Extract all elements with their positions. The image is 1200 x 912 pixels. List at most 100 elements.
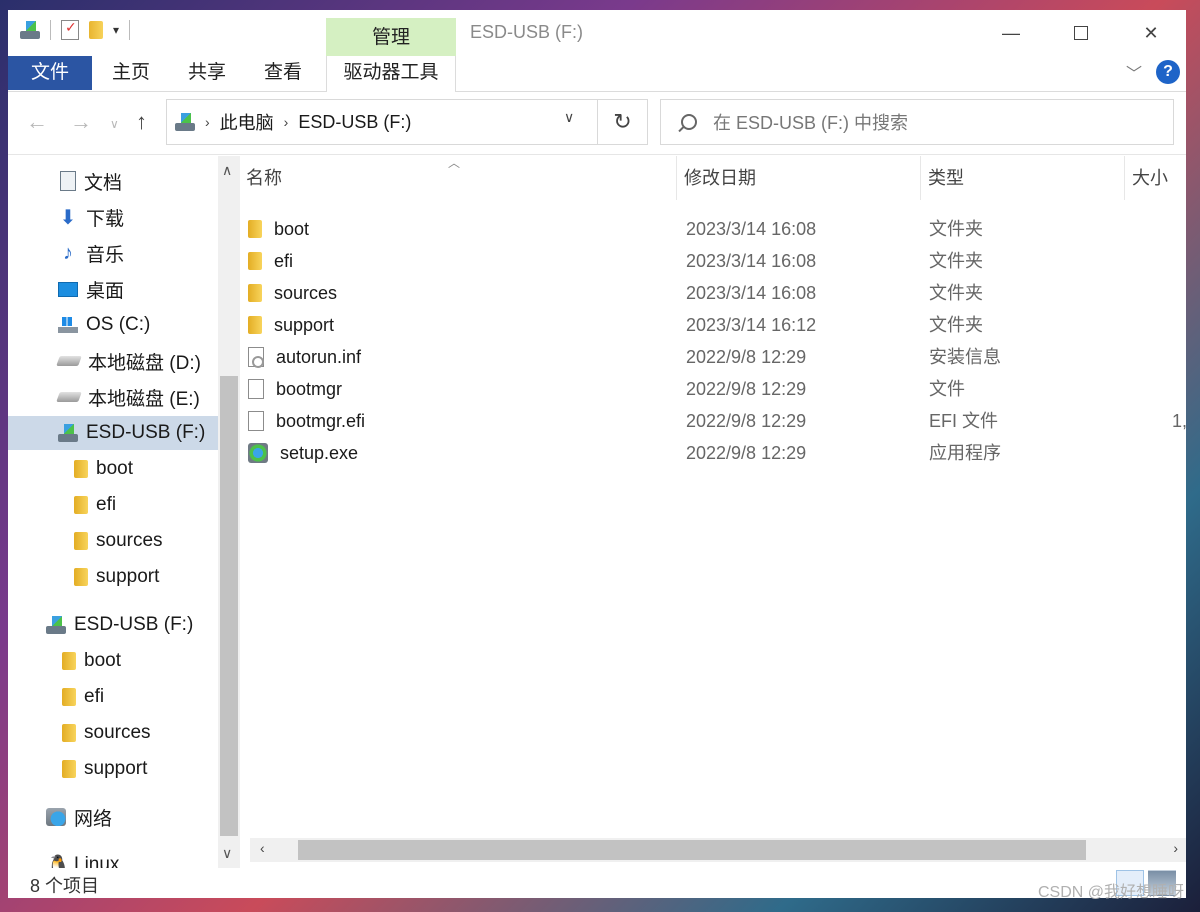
folder-icon bbox=[62, 688, 76, 706]
scroll-up-icon[interactable]: ∧ bbox=[222, 162, 232, 179]
chevron-right-icon[interactable]: › bbox=[284, 114, 289, 130]
os-drive-icon bbox=[58, 317, 78, 333]
breadcrumb-this-pc[interactable]: 此电脑 bbox=[220, 109, 274, 135]
table-row[interactable]: autorun.inf 2022/9/8 12:29 安装信息 bbox=[240, 341, 1186, 373]
column-header-name[interactable]: 名称 bbox=[240, 156, 677, 200]
scroll-down-icon[interactable]: ∨ bbox=[222, 845, 232, 862]
table-row[interactable]: support 2023/3/14 16:12 文件夹 bbox=[240, 309, 1186, 341]
tab-file[interactable]: 文件 bbox=[8, 56, 92, 90]
column-header-type[interactable]: 类型 bbox=[922, 156, 1125, 200]
sidebar-item-label: boot bbox=[84, 650, 121, 671]
tab-drive-tools[interactable]: 驱动器工具 bbox=[326, 56, 456, 92]
sidebar-item-network[interactable]: 网络 bbox=[8, 800, 218, 834]
file-icon bbox=[248, 379, 264, 399]
up-button[interactable]: ↑ bbox=[136, 109, 147, 135]
item-count: 8 个项目 bbox=[30, 876, 100, 896]
search-placeholder: 在 ESD-USB (F:) 中搜索 bbox=[713, 113, 909, 133]
table-row[interactable]: bootmgr 2022/9/8 12:29 文件 bbox=[240, 373, 1186, 405]
table-row[interactable]: sources 2023/3/14 16:08 文件夹 bbox=[240, 277, 1186, 309]
sidebar-item-support[interactable]: support bbox=[8, 560, 218, 594]
table-row[interactable]: bootmgr.efi 2022/9/8 12:29 EFI 文件 1, bbox=[240, 405, 1186, 437]
column-header-size[interactable]: 大小 bbox=[1126, 156, 1186, 200]
column-header-date[interactable]: 修改日期 bbox=[678, 156, 921, 200]
file-date: 2022/9/8 12:29 bbox=[686, 443, 807, 463]
sidebar-item-music[interactable]: ♪ 音乐 bbox=[8, 236, 218, 270]
sidebar-item-sources[interactable]: sources bbox=[8, 716, 218, 750]
navigation-pane: 文档 ⬇ 下载 ♪ 音乐 桌面 OS (C:) 本地磁盘 (D:) 本地磁盘 (E:… bbox=[8, 156, 218, 868]
customize-qat-button[interactable]: ▾ bbox=[113, 23, 119, 37]
file-date: 2023/3/14 16:08 bbox=[686, 283, 817, 303]
sidebar-item-label: Linux bbox=[74, 854, 120, 868]
sidebar-item-linux[interactable]: 🐧 Linux bbox=[8, 848, 218, 868]
address-history-chevron-icon[interactable]: ∨ bbox=[564, 109, 574, 126]
table-row[interactable]: setup.exe 2022/9/8 12:29 应用程序 bbox=[240, 437, 1186, 469]
sidebar-item-boot[interactable]: boot bbox=[8, 452, 218, 486]
navpane-scrollbar[interactable]: ∧ ∨ bbox=[218, 156, 240, 868]
file-name-cell: boot bbox=[248, 213, 309, 245]
sidebar-item-documents[interactable]: 文档 bbox=[8, 164, 218, 198]
sidebar-item-label: 音乐 bbox=[86, 244, 125, 266]
file-type: 文件夹 bbox=[929, 219, 983, 239]
expand-ribbon-chevron-icon[interactable]: ﹀ bbox=[1126, 60, 1142, 84]
recent-locations-chevron-icon[interactable]: ∨ bbox=[110, 117, 119, 131]
forward-button[interactable]: → bbox=[70, 109, 92, 135]
file-date: 2023/3/14 16:08 bbox=[686, 219, 817, 239]
sidebar-item-efi[interactable]: efi bbox=[8, 680, 218, 714]
file-date: 2022/9/8 12:29 bbox=[686, 379, 807, 399]
folder-icon bbox=[248, 252, 262, 270]
scrollbar-thumb[interactable] bbox=[298, 840, 1086, 860]
sidebar-item-label: efi bbox=[96, 494, 117, 515]
document-icon bbox=[60, 171, 76, 191]
file-name: efi bbox=[274, 251, 294, 271]
new-folder-icon[interactable] bbox=[89, 21, 103, 39]
close-button[interactable]: ✕ bbox=[1116, 10, 1186, 56]
address-bar[interactable]: › 此电脑 › ESD-USB (F:) bbox=[166, 99, 598, 145]
sidebar-item-support[interactable]: support bbox=[8, 752, 218, 786]
sidebar-item-efi[interactable]: efi bbox=[8, 488, 218, 522]
file-name-cell: setup.exe bbox=[248, 437, 358, 469]
hdd-icon bbox=[56, 356, 82, 366]
scroll-right-icon[interactable]: › bbox=[1173, 840, 1178, 856]
file-name-cell: efi bbox=[248, 245, 293, 277]
sidebar-item-sources[interactable]: sources bbox=[8, 524, 218, 558]
divider bbox=[129, 20, 131, 40]
sidebar-item-desktop[interactable]: 桌面 bbox=[8, 272, 218, 306]
ribbon-controls: ﹀ ? bbox=[1126, 60, 1180, 84]
scrollbar-thumb[interactable] bbox=[220, 376, 238, 836]
file-size: 1, bbox=[1172, 411, 1186, 431]
breadcrumb-current[interactable]: ESD-USB (F:) bbox=[298, 112, 411, 133]
sidebar-item-esd-usb[interactable]: ESD-USB (F:) bbox=[8, 416, 218, 450]
back-button[interactable]: ← bbox=[26, 109, 48, 135]
file-name: autorun.inf bbox=[276, 347, 362, 367]
sidebar-item-esd-usb-root[interactable]: ESD-USB (F:) bbox=[8, 608, 218, 642]
help-icon[interactable]: ? bbox=[1156, 60, 1180, 84]
table-row[interactable]: boot 2023/3/14 16:08 文件夹 bbox=[240, 213, 1186, 245]
sidebar-item-boot[interactable]: boot bbox=[8, 644, 218, 678]
address-row: ← → ∨ ↑ › 此电脑 › ESD-USB (F:) ∨ ↻ 在 ESD-U… bbox=[8, 93, 1186, 155]
tab-view[interactable]: 查看 bbox=[248, 56, 318, 90]
file-name-cell: support bbox=[248, 309, 334, 341]
tab-share[interactable]: 共享 bbox=[172, 56, 242, 90]
refresh-button[interactable]: ↻ bbox=[598, 99, 648, 145]
tab-home[interactable]: 主页 bbox=[96, 56, 166, 90]
sidebar-item-downloads[interactable]: ⬇ 下载 bbox=[8, 200, 218, 234]
manage-context-tab[interactable]: 管理 bbox=[326, 18, 456, 58]
properties-icon[interactable] bbox=[61, 19, 79, 40]
minimize-button[interactable]: — bbox=[976, 10, 1046, 56]
sidebar-item-os-c[interactable]: OS (C:) bbox=[8, 308, 218, 342]
file-name: bootmgr bbox=[276, 379, 343, 399]
horizontal-scrollbar[interactable]: ‹ › bbox=[250, 838, 1186, 862]
sidebar-item-label: 文档 bbox=[84, 172, 123, 194]
folder-icon bbox=[74, 532, 88, 550]
watermark: CSDN @我好想睡呀 bbox=[1037, 884, 1184, 901]
table-row[interactable]: efi 2023/3/14 16:08 文件夹 bbox=[240, 245, 1186, 277]
chevron-right-icon[interactable]: › bbox=[205, 114, 210, 130]
file-type: 安装信息 bbox=[929, 347, 1001, 367]
search-input[interactable]: 在 ESD-USB (F:) 中搜索 bbox=[660, 99, 1174, 145]
scroll-left-icon[interactable]: ‹ bbox=[260, 840, 265, 856]
folder-icon bbox=[74, 568, 88, 586]
sidebar-item-drive-e[interactable]: 本地磁盘 (E:) bbox=[8, 380, 218, 414]
window-title: ESD-USB (F:) bbox=[470, 22, 584, 42]
maximize-button[interactable] bbox=[1046, 10, 1116, 56]
sidebar-item-drive-d[interactable]: 本地磁盘 (D:) bbox=[8, 344, 218, 378]
